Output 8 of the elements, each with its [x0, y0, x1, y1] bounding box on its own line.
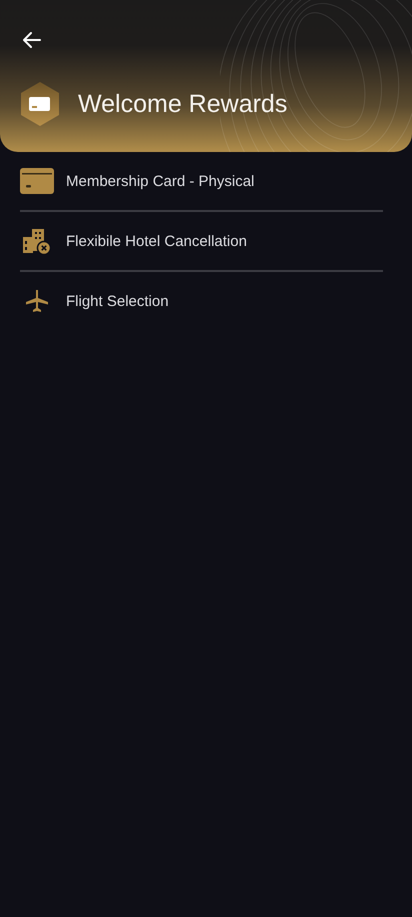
- benefit-label[interactable]: Flight Selection: [66, 292, 169, 310]
- hotel-cancel-icon: [23, 227, 51, 255]
- benefit-label[interactable]: Membership Card - Physical: [66, 172, 254, 190]
- page-title: Welcome Rewards: [78, 90, 288, 118]
- card-badge-icon: [20, 82, 60, 126]
- airplane-icon: [25, 289, 49, 313]
- credit-card-icon: [20, 168, 54, 194]
- benefit-label[interactable]: Flexibile Hotel Cancellation: [66, 232, 247, 250]
